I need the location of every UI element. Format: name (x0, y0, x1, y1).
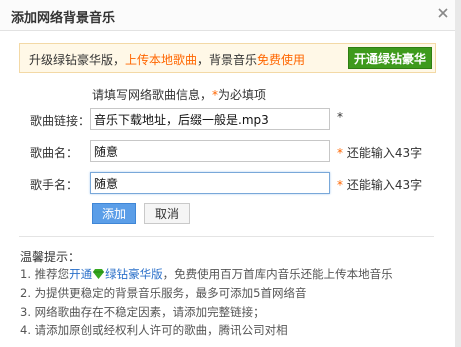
green-diamond-icon (93, 268, 105, 279)
vip-edition-link[interactable]: 绿钻豪华版 (105, 267, 163, 281)
song-name-label: 歌曲名： (30, 146, 79, 160)
section-divider (19, 236, 434, 237)
close-icon[interactable] (435, 5, 451, 21)
singer-name-counter: 还能输入43字 (346, 178, 423, 192)
banner-text: 升级绿钻豪华版，上传本地歌曲，背景音乐免费使用 (29, 51, 305, 68)
add-button[interactable]: 添加 (92, 203, 136, 224)
hint-text: 请填写网络歌曲信息， (92, 88, 213, 102)
singer-name-label: 歌手名： (30, 178, 79, 192)
song-name-aside: * 还能输入43字 (337, 144, 422, 161)
song-link-required-mark: * (337, 110, 343, 124)
banner-mid: ，背景音乐 (197, 53, 258, 67)
singer-name-required-mark: * (337, 178, 343, 192)
upload-local-link[interactable]: 上传本地歌曲 (125, 53, 197, 67)
free-use-text: 免费使用 (257, 53, 306, 67)
song-link-label: 歌曲链接： (30, 114, 91, 128)
singer-name-input[interactable]: 随意 (90, 172, 330, 194)
open-vip-link[interactable]: 开通 (69, 267, 92, 281)
tip-line-3: 3. 网络歌曲存在不稳定因素，请添加完整链接； (20, 305, 265, 319)
form-hint: 请填写网络歌曲信息，*为必填项 (92, 86, 266, 103)
open-vip-button[interactable]: 开通绿钻豪华 (348, 47, 432, 69)
dialog-titlebar: 添加网络背景音乐 (0, 0, 461, 31)
singer-name-aside: * 还能输入43字 (337, 176, 422, 193)
tip-line-2: 2. 为提供更稳定的背景音乐服务，最多可添加5首网络音 (20, 286, 307, 300)
banner-prefix: 升级绿钻豪华版， (29, 53, 126, 67)
background-edge (455, 0, 461, 347)
add-music-dialog: 添加网络背景音乐 升级绿钻豪华版，上传本地歌曲，背景音乐免费使用 开通绿钻豪华 … (0, 0, 461, 347)
tip1-suffix: ，免费使用百万首库内音乐还能上传本地音乐 (162, 267, 393, 281)
dialog-title: 添加网络背景音乐 (11, 11, 116, 26)
tips-title: 温馨提示： (20, 250, 81, 264)
tip-line-4: 4. 请添加原创或经权利人许可的歌曲，腾讯公司对相 (20, 323, 288, 337)
song-name-required-mark: * (337, 146, 343, 160)
song-name-input[interactable]: 随意 (90, 140, 330, 162)
required-text: 为必填项 (218, 88, 267, 102)
tip1-prefix: 1. 推荐您 (20, 267, 70, 281)
cancel-button[interactable]: 取消 (144, 203, 190, 224)
tip-line-1: 1. 推荐您开通 绿钻豪华版，免费使用百万首库内音乐还能上传本地音乐 (20, 266, 393, 282)
upgrade-banner: 升级绿钻豪华版，上传本地歌曲，背景音乐免费使用 开通绿钻豪华 (19, 43, 436, 73)
song-link-input[interactable]: 音乐下载地址，后缀一般是.mp3 (90, 108, 330, 130)
song-name-counter: 还能输入43字 (346, 146, 423, 160)
